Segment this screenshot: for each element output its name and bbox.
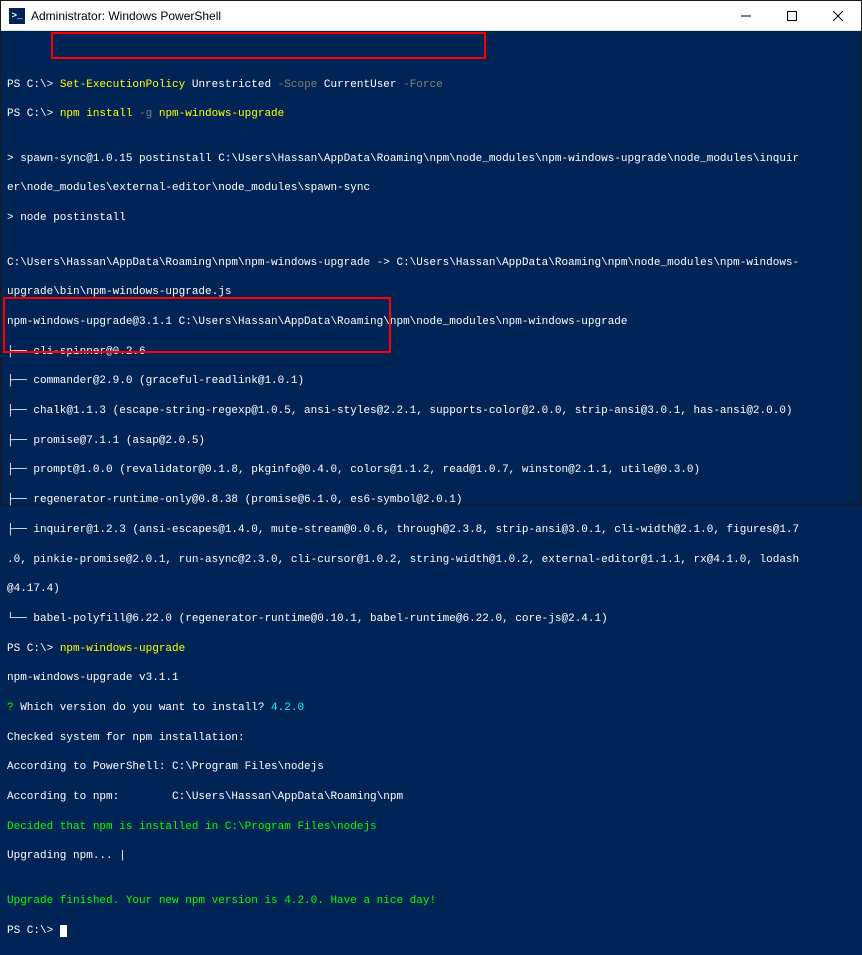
cmd-text: CurrentUser: [324, 79, 403, 91]
terminal-content[interactable]: PS C:\> Set-ExecutionPolicy Unrestricted…: [1, 31, 861, 955]
prompt: PS C:\>: [7, 79, 60, 91]
prompt: PS C:\>: [7, 925, 60, 937]
output-line: > node postinstall: [7, 211, 855, 226]
cmd-flag: -Force: [403, 79, 443, 91]
output-line: ├── commander@2.9.0 (graceful-readlink@1…: [7, 374, 855, 389]
output-line: npm-windows-upgrade v3.1.1: [7, 671, 855, 686]
output-line: ├── inquirer@1.2.3 (ansi-escapes@1.4.0, …: [7, 523, 855, 538]
output-line: > spawn-sync@1.0.15 postinstall C:\Users…: [7, 152, 855, 167]
cmd-text: npm install: [60, 108, 139, 120]
close-button[interactable]: [815, 1, 861, 30]
cmd-text: npm-windows-upgrade: [60, 643, 185, 655]
output-line: Upgrading npm... |: [7, 849, 855, 864]
cmd-text: npm-windows-upgrade: [159, 108, 284, 120]
titlebar-left: >_ Administrator: Windows PowerShell: [9, 8, 221, 24]
cmd-flag: -Scope: [278, 79, 324, 91]
cmd-flag: -g: [139, 108, 159, 120]
output-line: upgrade\bin\npm-windows-upgrade.js: [7, 285, 855, 300]
prompt-symbol: ?: [7, 702, 20, 714]
cmd-text: Unrestricted: [192, 79, 278, 91]
prompt: PS C:\>: [7, 108, 60, 120]
maximize-button[interactable]: [769, 1, 815, 30]
window-title: Administrator: Windows PowerShell: [31, 9, 221, 23]
output-line: └── babel-polyfill@6.22.0 (regenerator-r…: [7, 612, 855, 627]
minimize-button[interactable]: [723, 1, 769, 30]
output-line: er\node_modules\external-editor\node_mod…: [7, 181, 855, 196]
output-line: C:\Users\Hassan\AppData\Roaming\npm\npm-…: [7, 256, 855, 271]
output-line: According to PowerShell: C:\Program File…: [7, 760, 855, 775]
window-controls: [723, 1, 861, 30]
output-line: According to npm: C:\Users\Hassan\AppDat…: [7, 790, 855, 805]
prompt: PS C:\>: [7, 643, 60, 655]
output-line: @4.17.4): [7, 582, 855, 597]
output-line: ├── promise@7.1.1 (asap@2.0.5): [7, 434, 855, 449]
output-line: ├── chalk@1.1.3 (escape-string-regexp@1.…: [7, 404, 855, 419]
output-line: npm-windows-upgrade@3.1.1 C:\Users\Hassa…: [7, 315, 855, 330]
output-line: Upgrade finished. Your new npm version i…: [7, 894, 855, 909]
titlebar: >_ Administrator: Windows PowerShell: [1, 1, 861, 31]
output-line: Decided that npm is installed in C:\Prog…: [7, 820, 855, 835]
output-line: ├── prompt@1.0.0 (revalidator@0.1.8, pkg…: [7, 463, 855, 478]
prompt-answer: 4.2.0: [271, 702, 304, 714]
output-line: ├── regenerator-runtime-only@0.8.38 (pro…: [7, 493, 855, 508]
cmd-text: Set-ExecutionPolicy: [60, 79, 192, 91]
prompt-question: Which version do you want to install?: [20, 702, 271, 714]
cursor: [60, 925, 67, 937]
powershell-icon: >_: [9, 8, 25, 24]
output-line: ├── cli-spinner@0.2.6: [7, 345, 855, 360]
highlight-annotation-1: [51, 32, 486, 59]
output-line: Checked system for npm installation:: [7, 731, 855, 746]
output-line: .0, pinkie-promise@2.0.1, run-async@2.3.…: [7, 553, 855, 568]
